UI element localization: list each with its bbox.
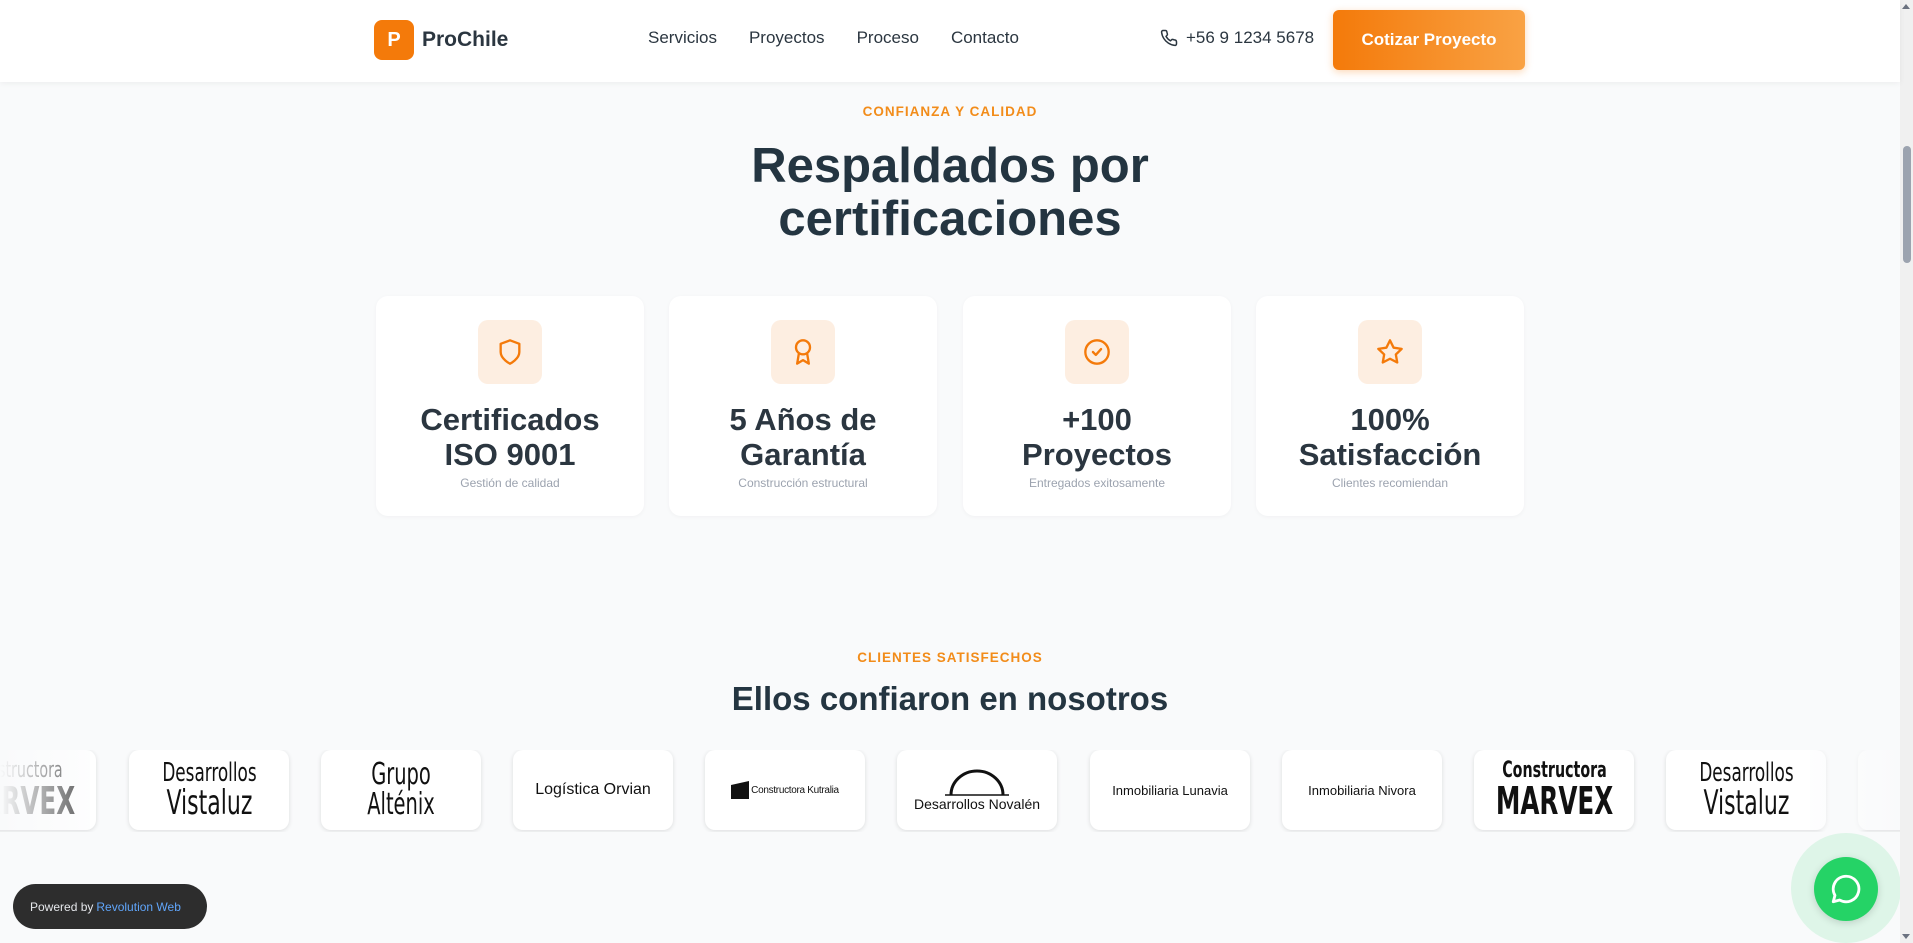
phone-link[interactable]: +56 9 1234 5678 <box>1160 28 1314 48</box>
trust-title: Respaldados por certificaciones <box>0 140 1900 246</box>
chat-bubble-icon <box>1831 874 1861 904</box>
clients-eyebrow: CLIENTES SATISFECHOS <box>857 650 1043 665</box>
nav-proceso[interactable]: Proceso <box>857 28 919 48</box>
logo-text: ProChile <box>422 28 509 51</box>
logo-mark: P <box>374 20 414 60</box>
check-circle-icon <box>1084 339 1110 365</box>
card-icon-box <box>771 320 835 384</box>
logo-line-2: Vistaluz <box>166 783 252 823</box>
clients-title: Ellos confiaron en nosotros <box>731 680 1169 717</box>
card-title: 100% Satisfacción <box>1256 402 1524 472</box>
logo-line-1: Constructora Kutralia <box>751 784 839 796</box>
trust-eyebrow: CONFIANZA Y CALIDAD <box>862 104 1038 119</box>
arch-icon <box>945 769 1009 796</box>
card-title: +100 Proyectos <box>963 402 1231 472</box>
star-icon <box>1377 339 1403 364</box>
client-logo-orvian: Logística Orvian <box>513 750 673 830</box>
scroll-up-arrow-icon[interactable] <box>1902 4 1910 9</box>
logo-line-1: Inmobiliaria Nivora <box>1308 782 1416 798</box>
logo-line-2: MARVEX <box>1495 779 1613 823</box>
logo-line-2: MARVEX <box>0 779 75 823</box>
card-title: 5 Años de Garantía <box>669 402 937 472</box>
shield-icon <box>499 339 521 365</box>
client-logo-partial <box>1858 750 1900 830</box>
brand-logo[interactable]: P ProChile <box>374 20 508 60</box>
client-logo-vistaluz: Desarrollos Vistaluz <box>129 750 289 830</box>
scrollbar-thumb[interactable] <box>1903 146 1911 263</box>
stat-card-projects: +100 Proyectos Entregados exitosamente <box>963 296 1231 516</box>
phone-icon <box>1160 29 1178 47</box>
card-subtitle: Entregados exitosamente <box>1028 476 1166 490</box>
logo-line-1: Grupo Alténix <box>367 757 435 822</box>
nav-proyectos[interactable]: Proyectos <box>749 28 825 48</box>
card-title-line-1: 5 Años de <box>729 402 877 437</box>
powered-by-badge[interactable]: Powered by Revolution Web <box>13 884 207 929</box>
card-subtitle: Construcción estructural <box>738 476 868 490</box>
card-title-line-2: Satisfacción <box>1298 437 1482 472</box>
logo-line-1: Desarrollos Novalén <box>913 796 1041 812</box>
card-title-line-2: Proyectos <box>1022 437 1172 472</box>
phone-number: +56 9 1234 5678 <box>1186 28 1315 47</box>
kutralia-mark-icon <box>731 781 750 799</box>
client-logo-vistaluz: Desarrollos Vistaluz <box>1666 750 1826 830</box>
scroll-down-arrow-icon[interactable] <box>1902 934 1910 939</box>
card-title: Certificados ISO 9001 <box>376 402 644 472</box>
nav-contacto[interactable]: Contacto <box>951 28 1019 48</box>
card-icon-box <box>1065 320 1129 384</box>
client-logo-novalen: Desarrollos Novalén <box>897 750 1057 830</box>
whatsapp-button[interactable] <box>1814 857 1878 921</box>
client-logo-altenix: Grupo Alténix <box>321 750 481 830</box>
stat-card-satisfaction: 100% Satisfacción Clientes recomiendan <box>1256 296 1524 516</box>
client-logo-kutralia: Constructora Kutralia <box>705 750 865 830</box>
logo-line-2: Vistaluz <box>1703 783 1789 823</box>
logo-line-1: Logística Orvian <box>535 781 651 798</box>
card-subtitle: Clientes recomiendan <box>1331 476 1449 490</box>
client-logo-nivora: Inmobiliaria Nivora <box>1282 750 1442 830</box>
client-logo-marvex: Constructora MARVEX <box>0 750 96 830</box>
card-title-line-1: +100 <box>1062 402 1132 437</box>
card-title-line-1: Certificados <box>420 402 600 437</box>
card-icon-box <box>1358 320 1422 384</box>
site-header: P ProChile Servicios Proyectos Proceso C… <box>0 0 1900 82</box>
client-logo-marvex: Constructora MARVEX <box>1474 750 1634 830</box>
quote-project-button[interactable]: Cotizar Proyecto <box>1333 10 1525 70</box>
logo-line-1: Inmobiliaria Lunavia <box>1112 782 1228 798</box>
main-nav: Servicios Proyectos Proceso Contacto <box>648 28 1051 48</box>
card-title-line-2: Garantía <box>740 437 866 472</box>
page-scrollbar[interactable] <box>1900 0 1913 943</box>
card-title-line-2: ISO 9001 <box>444 437 576 472</box>
client-logo-carousel: Constructora MARVEX Desarrollos Vistaluz… <box>0 750 1900 832</box>
award-icon <box>794 339 812 365</box>
powered-prefix: Powered by <box>30 899 94 914</box>
card-subtitle: Gestión de calidad <box>460 476 560 490</box>
nav-servicios[interactable]: Servicios <box>648 28 717 48</box>
stat-card-iso: Certificados ISO 9001 Gestión de calidad <box>376 296 644 516</box>
client-logo-lunavia: Inmobiliaria Lunavia <box>1090 750 1250 830</box>
trust-title-line-1: Respaldados por <box>751 139 1149 193</box>
card-title-line-1: 100% <box>1350 402 1430 437</box>
trust-title-line-2: certificaciones <box>778 192 1122 246</box>
card-icon-box <box>478 320 542 384</box>
powered-brand-link[interactable]: Revolution Web <box>96 900 181 914</box>
stat-card-warranty: 5 Años de Garantía Construcción estructu… <box>669 296 937 516</box>
